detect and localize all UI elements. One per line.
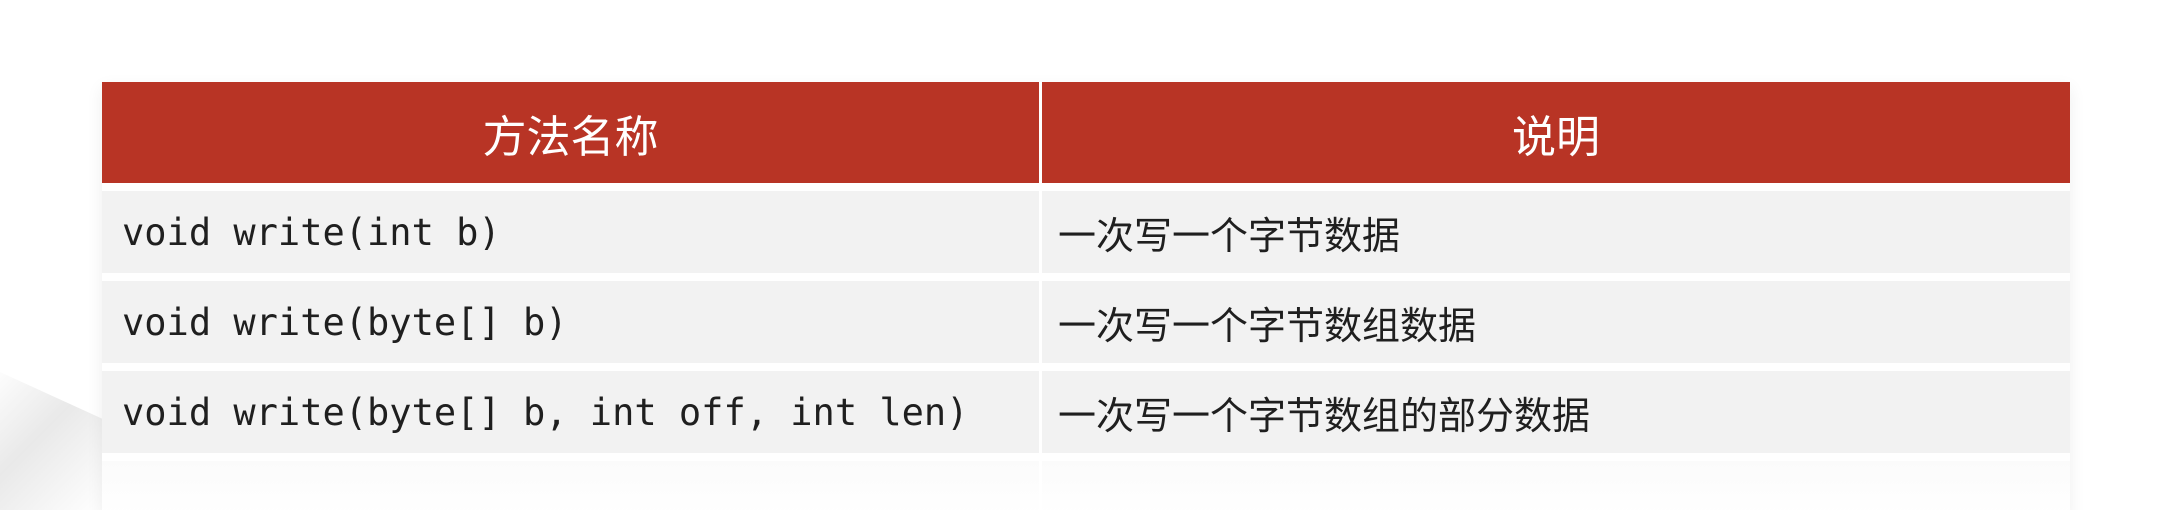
decorative-shadow [0,372,105,510]
method-cell: void write(byte[] b, int off, int len) [102,363,1042,453]
slide: 方法名称 说明 void write(int b) 一次写一个字节数据 void… [0,0,2174,510]
method-table: 方法名称 说明 void write(int b) 一次写一个字节数据 void… [102,82,2070,510]
empty-cell [102,453,1042,510]
header-method-name: 方法名称 [102,82,1042,183]
table-row: void write(int b) 一次写一个字节数据 [102,183,2070,273]
table-empty-row [102,453,2070,510]
table-header-row: 方法名称 说明 [102,82,2070,183]
empty-cell [1042,453,2070,510]
description-cell: 一次写一个字节数组数据 [1042,273,2070,363]
table-row: void write(byte[] b, int off, int len) 一… [102,363,2070,453]
header-description: 说明 [1042,82,2070,183]
method-cell: void write(int b) [102,183,1042,273]
table-row: void write(byte[] b) 一次写一个字节数组数据 [102,273,2070,363]
description-cell: 一次写一个字节数据 [1042,183,2070,273]
description-cell: 一次写一个字节数组的部分数据 [1042,363,2070,453]
method-cell: void write(byte[] b) [102,273,1042,363]
